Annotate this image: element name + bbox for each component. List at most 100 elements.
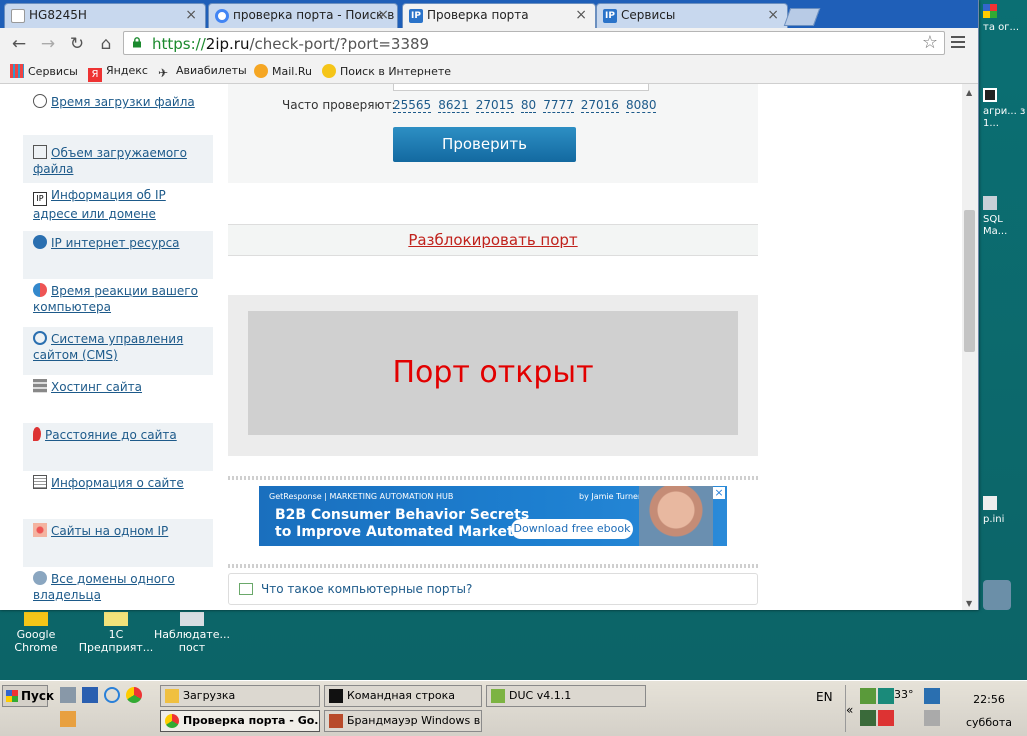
ie-icon[interactable]: [104, 687, 120, 703]
chrome-icon: [165, 714, 179, 728]
clock[interactable]: 22:56 суббота: [964, 693, 1014, 729]
tab-check-port[interactable]: IP Проверка порта ×: [402, 3, 596, 28]
port-link[interactable]: 8621: [438, 98, 469, 113]
quicklaunch-icon[interactable]: [60, 687, 76, 703]
tab-strip: HG8245H × проверка порта - Поиск в G × I…: [0, 0, 978, 28]
sidebar-item-distance[interactable]: Расстояние до сайта: [23, 423, 213, 471]
task-downloads[interactable]: Загрузка: [160, 685, 320, 707]
network-icon[interactable]: [924, 688, 940, 704]
task-duc[interactable]: DUC v4.1.1: [486, 685, 646, 707]
start-button[interactable]: Пуск: [2, 685, 54, 707]
close-icon[interactable]: ×: [575, 7, 587, 23]
faq-link[interactable]: Что такое компьютерные порты?: [261, 582, 472, 596]
close-icon[interactable]: ×: [377, 7, 389, 23]
scroll-thumb[interactable]: [964, 210, 975, 352]
task-firewall[interactable]: Брандмауэр Windows в ...: [324, 710, 482, 732]
yandex-icon: Я: [88, 68, 102, 82]
cmd-icon: [329, 689, 343, 703]
close-icon[interactable]: ×: [185, 7, 197, 23]
divider: [228, 476, 758, 480]
check-button[interactable]: Проверить: [393, 127, 576, 162]
2ip-icon: IP: [409, 9, 423, 23]
port-link[interactable]: 7777: [543, 98, 574, 113]
sidebar-item-cms[interactable]: Система управления сайтом (CMS): [23, 327, 213, 375]
apps-grid-icon: [10, 64, 24, 78]
sidebar-item-site-info[interactable]: Информация о сайте: [23, 471, 213, 519]
home-icon[interactable]: ⌂: [95, 33, 117, 55]
close-icon[interactable]: ×: [767, 7, 779, 23]
tab-google-search[interactable]: проверка порта - Поиск в G ×: [208, 3, 398, 28]
folder-icon: [165, 689, 179, 703]
bookmark-mailru[interactable]: Mail.Ru: [254, 64, 312, 78]
tray-icon[interactable]: [860, 688, 876, 704]
port-link[interactable]: 8080: [625, 98, 657, 113]
star-icon[interactable]: ☆: [922, 32, 938, 53]
volume-icon[interactable]: [924, 710, 940, 726]
port-input[interactable]: [393, 84, 649, 91]
scroll-up-icon[interactable]: ▲: [966, 88, 972, 97]
sidebar-item-owner-domains[interactable]: Все домены одного владельца: [23, 567, 213, 610]
ad-banner[interactable]: GetResponse | MARKETING AUTOMATION HUB b…: [259, 486, 727, 546]
tab-services[interactable]: IP Сервисы ×: [596, 3, 788, 28]
task-chrome-check-port[interactable]: Проверка порта - Go...: [160, 710, 320, 732]
bookmark-yandex[interactable]: Я Яндекс: [88, 64, 148, 82]
back-arrow-icon[interactable]: ←: [8, 33, 30, 55]
forward-arrow-icon[interactable]: →: [37, 33, 59, 55]
cms-icon: [33, 331, 47, 345]
menu-icon[interactable]: [951, 36, 965, 51]
file-icon: [983, 496, 997, 510]
reload-icon[interactable]: ↻: [66, 33, 88, 55]
clock-icon: [33, 94, 47, 108]
google-icon: [215, 9, 229, 23]
faq-row: Что такое компьютерные порты?: [228, 573, 758, 605]
sidebar-item-reaction-time[interactable]: Время реакции вашего компьютера: [23, 279, 213, 327]
bookmark-web-search[interactable]: Поиск в Интернете: [322, 64, 451, 78]
close-icon[interactable]: ×: [713, 487, 725, 499]
port-link[interactable]: 27015: [475, 98, 514, 113]
chevron-left-icon[interactable]: «: [846, 703, 853, 717]
sidebar-item-same-ip[interactable]: Сайты на одном IP: [23, 519, 213, 567]
hosting-icon: [33, 379, 47, 393]
sidebar-item-file-size[interactable]: Объем загружаемого файла: [23, 135, 213, 183]
firewall-icon: [329, 714, 343, 728]
frequent-ports-label: Часто проверяют:: [282, 98, 396, 112]
bookmark-avia[interactable]: ✈ Авиабилеты: [158, 64, 247, 80]
show-desktop-icon[interactable]: [82, 687, 98, 703]
mailru-icon: [254, 64, 268, 78]
tray-icon[interactable]: [878, 688, 894, 704]
quicklaunch-icon[interactable]: [60, 711, 76, 727]
teamviewer-icon[interactable]: [983, 580, 1011, 610]
tab-hg8245h[interactable]: HG8245H ×: [4, 3, 206, 28]
address-bar[interactable]: https://2ip.ru/check-port/?port=3389 ☆: [123, 31, 945, 55]
sidebar-item-ip-info[interactable]: IP Информация об IP адресе или домене: [23, 183, 213, 231]
desktop-icon-partial[interactable]: агри... з 1...: [983, 88, 1027, 130]
sidebar-item-ip-resource[interactable]: IP интернет ресурса: [23, 231, 213, 279]
desktop-icon-observer[interactable]: Наблюдате... пост: [152, 612, 232, 654]
temperature-readout[interactable]: 33°: [894, 688, 914, 701]
scrollbar[interactable]: ▲ ▼: [962, 84, 978, 610]
unblock-port-link[interactable]: Разблокировать порт: [408, 231, 577, 249]
port-check-form: Часто проверяют: 25565 8621 27015 80 7777 270…: [228, 84, 758, 183]
ad-download-button[interactable]: Download free ebook: [511, 519, 633, 539]
desktop-icon-partial[interactable]: p.ini: [983, 496, 1004, 526]
sidebar-item-hosting[interactable]: Хостинг сайта: [23, 375, 213, 423]
task-cmd[interactable]: Командная строка: [324, 685, 482, 707]
language-indicator[interactable]: EN: [816, 690, 833, 704]
desktop-icon-1c[interactable]: 1С Предприят...: [76, 612, 156, 654]
ip-globe-icon: [33, 235, 47, 249]
page-content: Время загрузки файла Объем загружаемого …: [0, 84, 962, 610]
tray-icon[interactable]: [878, 710, 894, 726]
port-link[interactable]: 27016: [580, 98, 619, 113]
bookmark-services[interactable]: Сервисы: [10, 64, 78, 78]
tray-icon[interactable]: [860, 710, 876, 726]
scroll-down-icon[interactable]: ▼: [966, 599, 972, 608]
browser-window: HG8245H × проверка порта - Поиск в G × I…: [0, 0, 979, 610]
new-tab-button[interactable]: [783, 8, 821, 26]
desktop-icon-partial[interactable]: та ог...: [983, 4, 1019, 34]
port-link[interactable]: 25565: [393, 98, 432, 113]
sidebar-item-file-load-time[interactable]: Время загрузки файла: [23, 84, 213, 135]
desktop-icon-partial[interactable]: SQL Ma...: [983, 196, 1027, 238]
chrome-icon[interactable]: [126, 687, 142, 703]
desktop-icon-chrome[interactable]: Google Chrome: [0, 612, 76, 654]
port-link[interactable]: 80: [520, 98, 537, 113]
